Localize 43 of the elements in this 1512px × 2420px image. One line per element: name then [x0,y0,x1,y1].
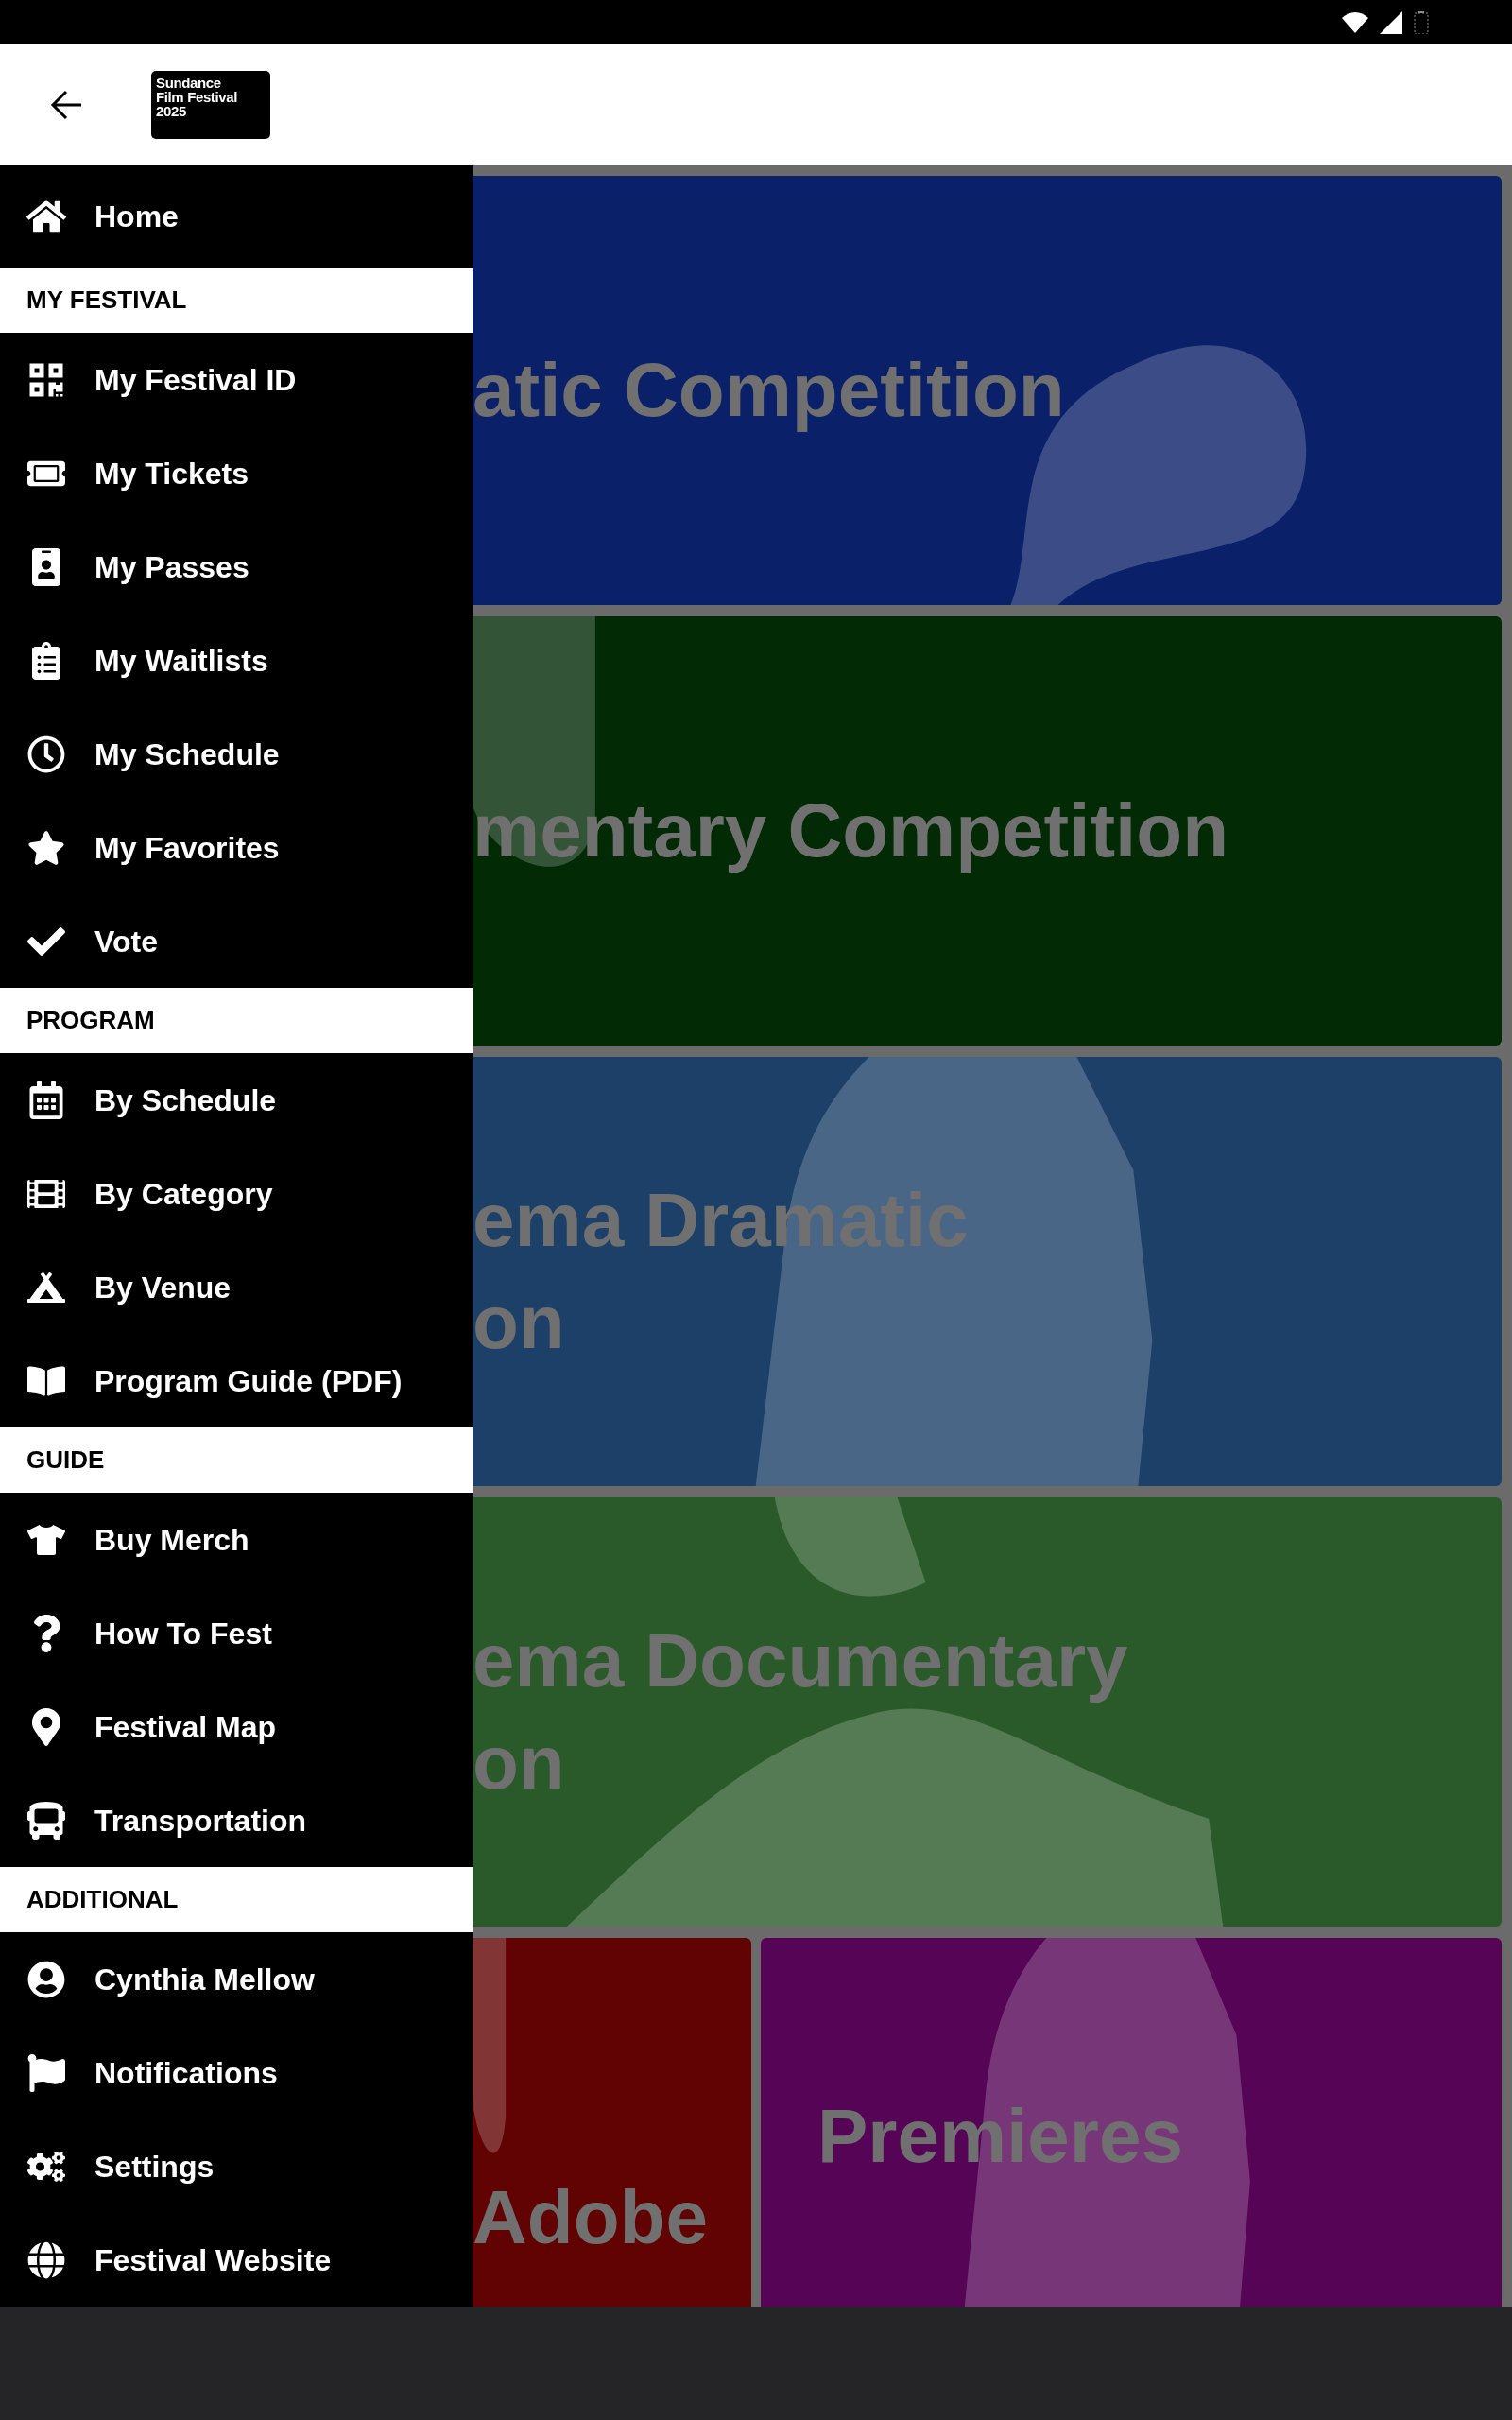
card-title: ema Documentary [472,1617,1129,1704]
menu-item[interactable]: Cynthia Mellow [0,1932,472,2026]
menu-item[interactable]: My Tickets [0,426,472,520]
globe-icon [27,2240,65,2279]
menu-item[interactable]: My Favorites [0,801,472,894]
card-title: ema Dramatic [472,1177,970,1264]
clock-icon [27,735,65,773]
menu-item[interactable]: My Waitlists [0,614,472,707]
battery-icon [1414,10,1429,34]
menu-item[interactable]: Festival Website [0,2213,472,2307]
section-header: GUIDE [0,1427,472,1493]
flag-icon [27,2053,65,2092]
card-title: on [472,1279,566,1366]
bus-icon [27,1801,65,1840]
card-title: Premieres [817,2093,1184,2180]
menu-item[interactable]: Transportation [0,1773,472,1867]
menu-item[interactable]: Program Guide (PDF) [0,1334,472,1427]
menu-item[interactable]: How To Fest [0,1586,472,1680]
card-title: Adobe [472,2174,709,2261]
menu-item[interactable]: By Venue [0,1240,472,1334]
menu-item[interactable]: Festival Map [0,1680,472,1773]
signal-icon [1380,10,1402,34]
menu-item[interactable]: By Schedule [0,1053,472,1147]
card-title: mentary Competition [472,787,1230,874]
menu-item[interactable]: My Festival ID [0,333,472,426]
menu-item[interactable]: Home [0,165,472,268]
card-title: atic Competition [472,347,1066,434]
calendar-icon [27,1080,65,1119]
menu-item[interactable]: By Category [0,1147,472,1240]
section-header: PROGRAM [0,988,472,1053]
section-header: MY FESTIVAL [0,268,472,333]
menu-item[interactable]: Buy Merch [0,1493,472,1586]
menu-item[interactable]: My Schedule [0,707,472,801]
menu-item[interactable]: My Passes [0,520,472,614]
section-header: ADDITIONAL [0,1867,472,1932]
menu-item[interactable]: Vote [0,894,472,988]
wifi-icon [1342,11,1368,33]
menu-item[interactable]: Settings [0,2119,472,2213]
festival-logo: Sundance Film Festival 2025 [151,71,270,139]
card-title: on [472,1720,566,1806]
user-icon [27,1960,65,1998]
menu-item[interactable]: Notifications [0,2026,472,2119]
star-icon [27,828,65,867]
